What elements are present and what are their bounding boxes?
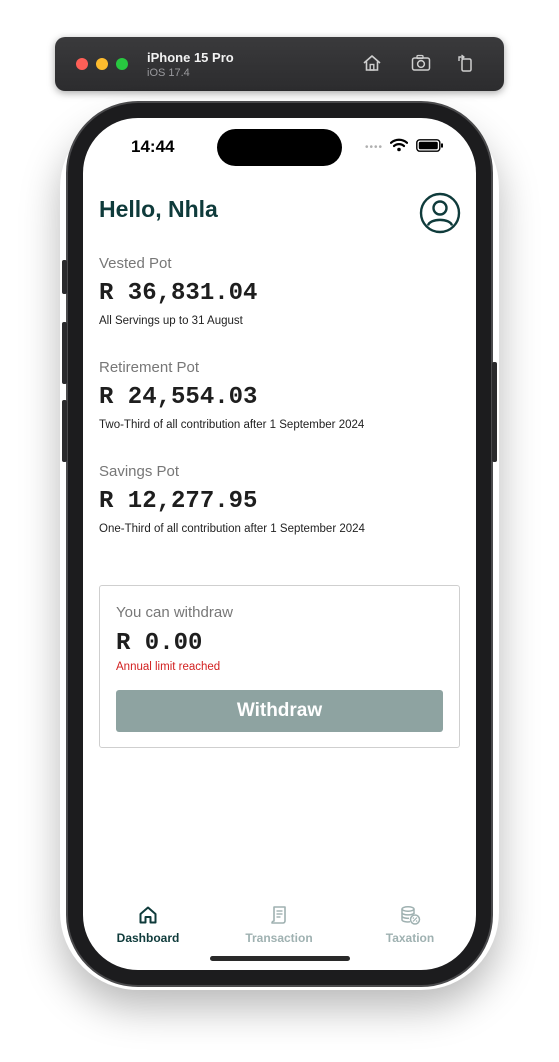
vested-pot-label: Vested Pot [99, 255, 172, 272]
tab-taxation[interactable]: Taxation [360, 904, 460, 945]
close-window-button[interactable] [76, 58, 88, 70]
action-button [62, 260, 67, 294]
home-icon [139, 906, 157, 924]
coins-percent-icon [401, 906, 421, 925]
retirement-pot-label: Retirement Pot [99, 359, 200, 376]
simulator-stage: iPhone 15 Pro iOS 17.4 14:44 •••• Hello,… [0, 0, 559, 1062]
vested-pot-amount: R 36,831.04 [99, 280, 258, 307]
status-time: 14:44 [131, 137, 175, 156]
profile-avatar-icon[interactable] [419, 192, 461, 234]
tab-transaction-label: Transaction [245, 931, 313, 945]
app-screen: 14:44 •••• Hello, Nhla Vested Pot R 36,8… [83, 118, 476, 970]
withdraw-card: You can withdraw R 0.00 Annual limit rea… [99, 585, 460, 748]
zoom-window-button[interactable] [116, 58, 128, 70]
savings-pot-amount: R 12,277.95 [99, 488, 258, 515]
battery-icon [416, 139, 443, 152]
home-indicator[interactable] [210, 956, 350, 961]
withdraw-button[interactable]: Withdraw [116, 690, 443, 732]
tab-dashboard-label: Dashboard [116, 931, 180, 945]
volume-up-button [62, 322, 67, 384]
annual-limit-message: Annual limit reached [116, 661, 221, 673]
dynamic-island [217, 129, 342, 166]
retirement-pot-amount: R 24,554.03 [99, 384, 258, 411]
cellular-signal-icon: •••• [365, 142, 384, 153]
minimize-window-button[interactable] [96, 58, 108, 70]
screenshot-icon[interactable] [410, 52, 432, 74]
withdraw-label: You can withdraw [116, 604, 234, 621]
bottom-tab-bar: Dashboard Transaction Taxation [83, 898, 476, 958]
tab-taxation-label: Taxation [385, 931, 435, 945]
rotate-icon[interactable] [455, 52, 477, 74]
simulator-device-name: iPhone 15 Pro [147, 50, 234, 65]
vested-pot-description: All Servings up to 31 August [99, 315, 243, 327]
simulator-os-version: iOS 17.4 [147, 67, 190, 79]
savings-pot-label: Savings Pot [99, 463, 180, 480]
retirement-pot-description: Two-Third of all contribution after 1 Se… [99, 419, 365, 431]
wifi-icon [390, 138, 408, 152]
tab-dashboard[interactable]: Dashboard [98, 904, 198, 945]
power-button [492, 362, 497, 462]
volume-down-button [62, 400, 67, 462]
greeting-title: Hello, Nhla [99, 196, 218, 222]
home-icon[interactable] [361, 52, 383, 74]
simulator-toolbar: iPhone 15 Pro iOS 17.4 [55, 37, 504, 91]
withdraw-amount: R 0.00 [116, 630, 203, 657]
receipt-icon [271, 906, 286, 924]
tab-transaction[interactable]: Transaction [229, 904, 329, 945]
savings-pot-description: One-Third of all contribution after 1 Se… [99, 523, 365, 535]
